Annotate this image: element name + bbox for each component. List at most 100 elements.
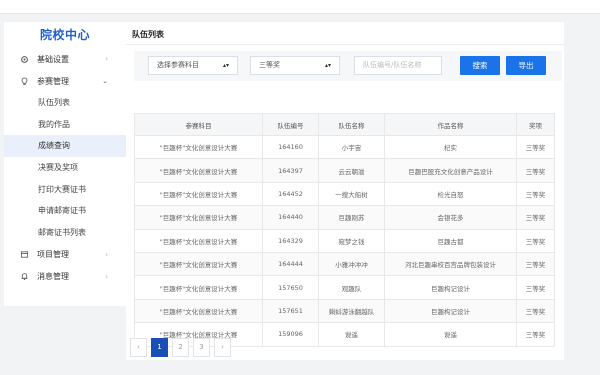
cell-subject: "巨趣杯"文化创意设计大赛 — [134, 181, 263, 207]
page-title: 队伍列表 — [132, 30, 164, 39]
cell-award: 三等奖 — [516, 251, 555, 277]
main-panel: 队伍列表 选择参赛科目 ▴▾ 三等奖 ▴▾ 队伍编号/队伍名称 搜索 导出 参赛… — [126, 22, 564, 360]
subject-select-value: 选择参赛科目 — [157, 61, 199, 69]
top-bar — [0, 0, 600, 14]
cell-team-id: 164444 — [262, 251, 319, 277]
cell-team-id: 164329 — [262, 228, 319, 253]
table-header-row: 参赛科目 队伍编号 队伍名称 作品名称 奖项 — [134, 113, 555, 136]
column-header-team-name: 队伍名称 — [318, 113, 385, 136]
cell-team-name: 一搜大船树 — [318, 181, 385, 207]
column-header-team-id: 队伍编号 — [262, 113, 319, 136]
export-button[interactable]: 导出 — [506, 56, 546, 75]
search-button[interactable]: 搜索 — [460, 56, 500, 75]
cell-subject: "巨趣杯"文化创意设计大赛 — [134, 158, 263, 183]
cell-award: 三等奖 — [516, 134, 555, 160]
table-row: "巨趣杯"文化创意设计大赛 164397 云云朝滋 巨趣巴股充文化创意产品设计 … — [134, 158, 555, 183]
cell-team-id: 159096 — [262, 322, 319, 347]
caret-updown-icon: ▴▾ — [324, 62, 331, 69]
sidebar-item-my-works[interactable]: 我的作品 — [4, 114, 126, 136]
cell-work-name: 巨趣巴股充文化创意产品设计 — [384, 158, 517, 183]
lightbulb-icon — [20, 76, 29, 86]
cell-team-id: 164160 — [262, 134, 319, 160]
table-row: "巨趣杯"文化创意设计大赛 164329 窥梦之钱 巨趣古都 三等奖 — [134, 228, 555, 253]
chevron-right-icon: › — [105, 250, 108, 259]
cell-team-id: 164452 — [262, 181, 319, 207]
cell-work-name: 会银花多 — [384, 205, 517, 230]
chevron-down-icon: ⌄ — [102, 77, 108, 85]
cell-subject: "巨趣杯"文化创意设计大赛 — [134, 298, 263, 324]
menu-basic-settings[interactable]: 基础设置 › — [4, 48, 126, 70]
cell-work-name: 巨趣构记设计 — [384, 298, 517, 324]
cell-award: 三等奖 — [516, 158, 555, 183]
table-row: "巨趣杯"文化创意设计大赛 164444 小雅冲冲冲 河北巨趣串校百宫品牌包装设… — [134, 251, 555, 277]
cell-team-name: 小宇宙 — [318, 134, 385, 160]
project-icon — [20, 250, 29, 259]
search-placeholder: 队伍编号/队伍名称 — [363, 61, 422, 69]
cell-work-name: 检光自怒 — [384, 181, 517, 207]
pagination: ‹ 1 2 3 › — [130, 338, 231, 360]
sidebar-item-apply-mail-certificate[interactable]: 申请邮寄证书 — [4, 200, 126, 222]
cell-work-name: 巨趣构记设计 — [384, 275, 517, 300]
sidebar-item-mail-certificate-list[interactable]: 邮寄证书列表 — [4, 222, 126, 244]
table-row: "巨趣杯"文化创意设计大赛 164452 一搜大船树 检光自怒 三等奖 — [134, 181, 555, 207]
column-header-award: 奖项 — [516, 113, 555, 136]
results-table: 参赛科目 队伍编号 队伍名称 作品名称 奖项 "巨趣杯"文化创意设计大赛 164… — [134, 113, 555, 347]
table-row: "巨趣杯"文化创意设计大赛 164160 小宇宙 杞实 三等奖 — [134, 134, 555, 160]
menu-competition-management[interactable]: 参赛管理 ⌄ — [4, 70, 126, 92]
caret-updown-icon: ▴▾ — [222, 62, 229, 69]
table-row: "巨趣杯"文化创意设计大赛 164440 巨趣刚苏 会银花多 三等奖 — [134, 205, 555, 230]
award-select-value: 三等奖 — [259, 61, 280, 69]
cell-team-name: 窥梦之钱 — [318, 228, 385, 253]
cell-work-name: 巨趣古都 — [384, 228, 517, 253]
award-select[interactable]: 三等奖 ▴▾ — [250, 56, 340, 75]
title-divider — [126, 44, 564, 45]
sidebar-item-print-certificate[interactable]: 打印大赛证书 — [4, 179, 126, 201]
cell-award: 三等奖 — [516, 228, 555, 253]
cell-team-name: 谠遥 — [318, 322, 385, 347]
cell-award: 三等奖 — [516, 181, 555, 207]
cell-team-name: 蝌蚪游泳翻越队 — [318, 298, 385, 324]
column-header-subject: 参赛科目 — [134, 113, 263, 136]
prev-page-button[interactable]: ‹ — [130, 338, 147, 357]
next-page-button[interactable]: › — [214, 338, 231, 357]
brand-title: 院校中心 — [39, 28, 90, 42]
sidebar-item-team-list[interactable]: 队伍列表 — [4, 92, 126, 114]
cell-team-name: 云云朝滋 — [318, 158, 385, 183]
page-button-2[interactable]: 2 — [172, 338, 189, 357]
column-header-work-name: 作品名称 — [384, 113, 517, 136]
filter-bar: 选择参赛科目 ▴▾ 三等奖 ▴▾ 队伍编号/队伍名称 搜索 导出 — [134, 51, 562, 81]
menu-label: 消息管理 — [37, 272, 69, 282]
cell-subject: "巨趣杯"文化创意设计大赛 — [134, 228, 263, 253]
page-button-1[interactable]: 1 — [151, 338, 168, 357]
bell-icon — [20, 272, 29, 281]
cell-work-name: 谠遥 — [384, 322, 517, 347]
menu-label: 项目管理 — [37, 250, 69, 260]
cell-subject: "巨趣杯"文化创意设计大赛 — [134, 275, 263, 300]
cell-subject: "巨趣杯"文化创意设计大赛 — [134, 251, 263, 277]
search-input[interactable]: 队伍编号/队伍名称 — [354, 56, 442, 75]
sidebar-item-finals-awards[interactable]: 决赛及奖项 — [4, 157, 126, 179]
menu-label: 参赛管理 — [37, 76, 69, 86]
table-row: "巨趣杯"文化创意设计大赛 157650 观趣队 巨趣构记设计 三等奖 — [134, 275, 555, 300]
cell-work-name: 杞实 — [384, 134, 517, 160]
subject-select[interactable]: 选择参赛科目 ▴▾ — [148, 56, 238, 75]
cell-award: 三等奖 — [516, 275, 555, 300]
cell-team-name: 巨趣刚苏 — [318, 205, 385, 230]
cell-team-id: 157651 — [262, 298, 319, 324]
chevron-right-icon: › — [105, 272, 108, 281]
table-row: "巨趣杯"文化创意设计大赛 157651 蝌蚪游泳翻越队 巨趣构记设计 三等奖 — [134, 298, 555, 324]
chevron-right-icon: › — [105, 55, 108, 63]
sidebar-item-score-query[interactable]: 成绩查询 — [4, 135, 126, 158]
sidebar: 院校中心 基础设置 › 参赛管理 ⌄ 队伍列表 我的作品 成绩查询 决赛及奖项 … — [4, 22, 126, 306]
menu-label: 基础设置 — [37, 54, 69, 64]
menu-project-management[interactable]: 项目管理 › — [4, 244, 126, 266]
cell-team-name: 观趣队 — [318, 275, 385, 300]
settings-icon — [20, 55, 29, 64]
cell-subject: "巨趣杯"文化创意设计大赛 — [134, 134, 263, 160]
cell-award: 三等奖 — [516, 322, 555, 347]
cell-subject: "巨趣杯"文化创意设计大赛 — [134, 205, 263, 230]
cell-team-name: 小雅冲冲冲 — [318, 251, 385, 277]
page-button-3[interactable]: 3 — [193, 338, 210, 357]
menu-message-management[interactable]: 消息管理 › — [4, 266, 126, 288]
cell-team-id: 164440 — [262, 205, 319, 230]
